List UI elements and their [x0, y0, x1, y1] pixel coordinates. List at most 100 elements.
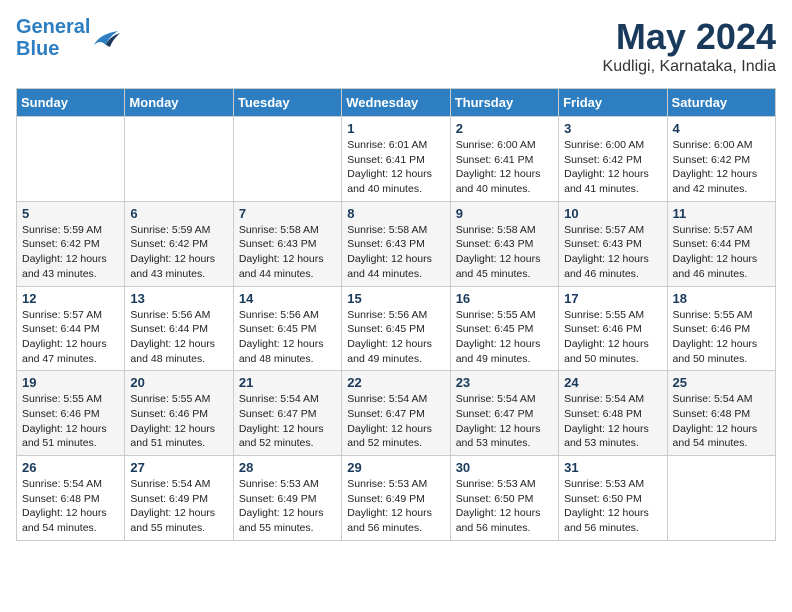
calendar-cell: 2 Sunrise: 6:00 AMSunset: 6:41 PMDaylight…: [450, 117, 558, 202]
calendar-cell: 9Sunrise: 5:58 AMSunset: 6:43 PMDaylight…: [450, 201, 558, 286]
calendar-week-row: 19 Sunrise: 5:55 AMSunset: 6:46 PMDayligh…: [17, 371, 776, 456]
day-info: Sunrise: 5:53 AMSunset: 6:50 PMDaylight:…: [456, 477, 553, 536]
logo: GeneralBlue: [16, 16, 120, 60]
logo-text: GeneralBlue: [16, 16, 90, 60]
day-info: Sunrise: 5:53 AMSunset: 6:49 PMDaylight:…: [347, 477, 444, 536]
calendar-cell: 22Sunrise: 5:54 AMSunset: 6:47 PMDayligh…: [342, 371, 450, 456]
day-number: 11: [673, 206, 770, 221]
calendar-week-row: 5 Sunrise: 5:59 AMSunset: 6:42 PMDaylight…: [17, 201, 776, 286]
day-number: 6: [130, 206, 227, 221]
day-info: Sunrise: 5:55 AMSunset: 6:46 PMDaylight:…: [564, 308, 661, 367]
day-number: 17: [564, 291, 661, 306]
calendar-cell: 7 Sunrise: 5:58 AMSunset: 6:43 PMDaylight…: [233, 201, 341, 286]
location: Kudligi, Karnataka, India: [603, 58, 776, 76]
calendar-cell: 11 Sunrise: 5:57 AMSunset: 6:44 PMDayligh…: [667, 201, 775, 286]
calendar-cell: 14 Sunrise: 5:56 AMSunset: 6:45 PMDayligh…: [233, 286, 341, 371]
day-number: 1: [347, 121, 444, 136]
day-number: 7: [239, 206, 336, 221]
day-number: 22: [347, 375, 444, 390]
calendar-header-thursday: Thursday: [450, 89, 558, 117]
calendar-week-row: 26 Sunrise: 5:54 AMSunset: 6:48 PMDayligh…: [17, 456, 776, 541]
calendar-header-sunday: Sunday: [17, 89, 125, 117]
calendar-cell: [17, 117, 125, 202]
day-info: Sunrise: 5:53 AMSunset: 6:50 PMDaylight:…: [564, 477, 661, 536]
calendar-cell: 18Sunrise: 5:55 AMSunset: 6:46 PMDayligh…: [667, 286, 775, 371]
calendar-cell: 15Sunrise: 5:56 AMSunset: 6:45 PMDayligh…: [342, 286, 450, 371]
day-number: 21: [239, 375, 336, 390]
calendar-header-wednesday: Wednesday: [342, 89, 450, 117]
day-number: 8: [347, 206, 444, 221]
calendar-header-tuesday: Tuesday: [233, 89, 341, 117]
day-number: 3: [564, 121, 661, 136]
calendar-cell: 27 Sunrise: 5:54 AMSunset: 6:49 PMDayligh…: [125, 456, 233, 541]
calendar-cell: 23 Sunrise: 5:54 AMSunset: 6:47 PMDayligh…: [450, 371, 558, 456]
day-info: Sunrise: 5:57 AMSunset: 6:44 PMDaylight:…: [673, 223, 770, 282]
calendar-cell: 17 Sunrise: 5:55 AMSunset: 6:46 PMDayligh…: [559, 286, 667, 371]
calendar-table: SundayMondayTuesdayWednesdayThursdayFrid…: [16, 88, 776, 541]
calendar-cell: 13Sunrise: 5:56 AMSunset: 6:44 PMDayligh…: [125, 286, 233, 371]
calendar-cell: [667, 456, 775, 541]
day-number: 10: [564, 206, 661, 221]
day-number: 16: [456, 291, 553, 306]
day-info: Sunrise: 5:59 AMSunset: 6:42 PMDaylight:…: [130, 223, 227, 282]
calendar-cell: [233, 117, 341, 202]
day-number: 14: [239, 291, 336, 306]
day-info: Sunrise: 5:56 AMSunset: 6:44 PMDaylight:…: [130, 308, 227, 367]
calendar-cell: 29 Sunrise: 5:53 AMSunset: 6:49 PMDayligh…: [342, 456, 450, 541]
day-number: 24: [564, 375, 661, 390]
day-info: Sunrise: 6:00 AMSunset: 6:42 PMDaylight:…: [673, 138, 770, 197]
day-number: 2: [456, 121, 553, 136]
day-info: Sunrise: 6:01 AMSunset: 6:41 PMDaylight:…: [347, 138, 444, 197]
calendar-cell: 31 Sunrise: 5:53 AMSunset: 6:50 PMDayligh…: [559, 456, 667, 541]
day-number: 31: [564, 460, 661, 475]
day-info: Sunrise: 5:56 AMSunset: 6:45 PMDaylight:…: [239, 308, 336, 367]
day-info: Sunrise: 5:53 AMSunset: 6:49 PMDaylight:…: [239, 477, 336, 536]
day-info: Sunrise: 5:54 AMSunset: 6:48 PMDaylight:…: [564, 392, 661, 451]
calendar-cell: 26 Sunrise: 5:54 AMSunset: 6:48 PMDayligh…: [17, 456, 125, 541]
calendar-week-row: 1 Sunrise: 6:01 AMSunset: 6:41 PMDaylight…: [17, 117, 776, 202]
day-info: Sunrise: 5:55 AMSunset: 6:45 PMDaylight:…: [456, 308, 553, 367]
day-number: 19: [22, 375, 119, 390]
day-info: Sunrise: 5:54 AMSunset: 6:47 PMDaylight:…: [456, 392, 553, 451]
calendar-cell: 6 Sunrise: 5:59 AMSunset: 6:42 PMDaylight…: [125, 201, 233, 286]
day-info: Sunrise: 5:58 AMSunset: 6:43 PMDaylight:…: [347, 223, 444, 282]
calendar-header-monday: Monday: [125, 89, 233, 117]
day-info: Sunrise: 5:58 AMSunset: 6:43 PMDaylight:…: [456, 223, 553, 282]
page-header: GeneralBlue May 2024 Kudligi, Karnataka,…: [16, 16, 776, 76]
day-info: Sunrise: 5:54 AMSunset: 6:49 PMDaylight:…: [130, 477, 227, 536]
calendar-cell: 21 Sunrise: 5:54 AMSunset: 6:47 PMDayligh…: [233, 371, 341, 456]
calendar-cell: 19Sunrise: 5:55 AMSunset: 6:46 PMDayligh…: [17, 371, 125, 456]
calendar-header-friday: Friday: [559, 89, 667, 117]
day-info: Sunrise: 5:55 AMSunset: 6:46 PMDaylight:…: [130, 392, 227, 451]
calendar-cell: 25Sunrise: 5:54 AMSunset: 6:48 PMDayligh…: [667, 371, 775, 456]
calendar-week-row: 12 Sunrise: 5:57 AMSunset: 6:44 PMDayligh…: [17, 286, 776, 371]
day-info: Sunrise: 5:59 AMSunset: 6:42 PMDaylight:…: [22, 223, 119, 282]
day-number: 27: [130, 460, 227, 475]
day-info: Sunrise: 6:00 AMSunset: 6:42 PMDaylight:…: [564, 138, 661, 197]
day-info: Sunrise: 6:00 AMSunset: 6:41 PMDaylight:…: [456, 138, 553, 197]
day-number: 30: [456, 460, 553, 475]
calendar-cell: 20 Sunrise: 5:55 AMSunset: 6:46 PMDayligh…: [125, 371, 233, 456]
day-number: 25: [673, 375, 770, 390]
day-number: 12: [22, 291, 119, 306]
day-number: 29: [347, 460, 444, 475]
day-info: Sunrise: 5:54 AMSunset: 6:48 PMDaylight:…: [22, 477, 119, 536]
day-info: Sunrise: 5:58 AMSunset: 6:43 PMDaylight:…: [239, 223, 336, 282]
day-number: 5: [22, 206, 119, 221]
calendar-cell: 8 Sunrise: 5:58 AMSunset: 6:43 PMDaylight…: [342, 201, 450, 286]
day-number: 4: [673, 121, 770, 136]
day-info: Sunrise: 5:57 AMSunset: 6:44 PMDaylight:…: [22, 308, 119, 367]
calendar-cell: 12 Sunrise: 5:57 AMSunset: 6:44 PMDayligh…: [17, 286, 125, 371]
calendar-cell: 4 Sunrise: 6:00 AMSunset: 6:42 PMDaylight…: [667, 117, 775, 202]
logo-bird-icon: [92, 27, 120, 49]
day-number: 28: [239, 460, 336, 475]
day-info: Sunrise: 5:56 AMSunset: 6:45 PMDaylight:…: [347, 308, 444, 367]
day-info: Sunrise: 5:54 AMSunset: 6:47 PMDaylight:…: [239, 392, 336, 451]
day-number: 23: [456, 375, 553, 390]
title-block: May 2024 Kudligi, Karnataka, India: [603, 16, 776, 76]
day-number: 26: [22, 460, 119, 475]
day-info: Sunrise: 5:57 AMSunset: 6:43 PMDaylight:…: [564, 223, 661, 282]
calendar-cell: 10 Sunrise: 5:57 AMSunset: 6:43 PMDayligh…: [559, 201, 667, 286]
month-title: May 2024: [603, 16, 776, 58]
day-number: 20: [130, 375, 227, 390]
